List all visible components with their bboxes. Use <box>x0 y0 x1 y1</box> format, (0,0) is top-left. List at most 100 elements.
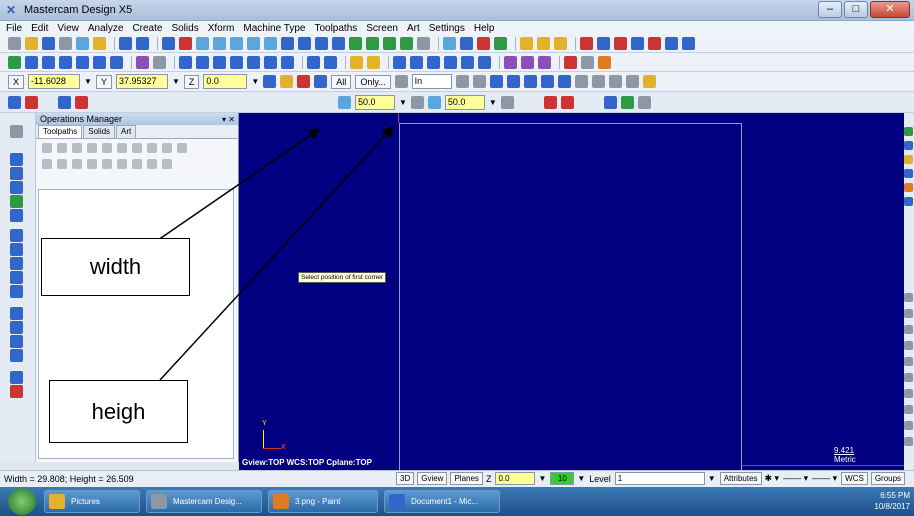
menu-analyze[interactable]: Analyze <box>88 23 124 34</box>
tab-solids[interactable]: Solids <box>83 125 116 138</box>
selection-mode-icon[interactable] <box>394 75 408 88</box>
ribbon-surface-icon[interactable] <box>75 95 88 109</box>
apply-icon[interactable] <box>603 95 617 109</box>
right-tool-icon[interactable] <box>904 155 913 164</box>
post-icon[interactable] <box>147 143 157 153</box>
post-icon[interactable] <box>648 37 661 50</box>
height-field[interactable]: 50.0 <box>444 94 485 110</box>
tab-art[interactable]: Art <box>116 125 137 138</box>
table-icon[interactable] <box>393 55 406 69</box>
delete-entity-icon[interactable] <box>477 37 490 50</box>
right-tool-icon[interactable] <box>904 357 913 366</box>
translate-icon[interactable] <box>179 55 192 69</box>
create-fillet-icon[interactable] <box>76 55 89 69</box>
menu-edit[interactable]: Edit <box>31 23 48 34</box>
pocket-icon[interactable] <box>10 181 23 194</box>
menu-machine-type[interactable]: Machine Type <box>243 23 305 34</box>
menu-settings[interactable]: Settings <box>429 23 465 34</box>
select-single-icon[interactable] <box>523 75 537 88</box>
backplot-icon[interactable] <box>614 37 627 50</box>
shade-solid-icon[interactable] <box>383 37 396 50</box>
start-button[interactable] <box>8 488 36 515</box>
autocursor-icon[interactable] <box>263 75 277 88</box>
line-width-icon[interactable]: —— ▾ <box>812 473 837 484</box>
face-icon[interactable] <box>478 55 491 69</box>
surface-icon[interactable] <box>307 55 320 69</box>
create-rectangle-icon[interactable] <box>59 55 72 69</box>
selection-method-field[interactable]: In <box>411 74 452 89</box>
drill-icon[interactable] <box>10 153 23 166</box>
menu-file[interactable]: File <box>6 23 22 34</box>
art-tools-icon[interactable] <box>598 55 611 69</box>
shade-translucent-icon[interactable] <box>400 37 413 50</box>
ribbon-point-icon[interactable] <box>58 95 71 109</box>
xform-roll-icon[interactable] <box>281 55 294 69</box>
width-field[interactable]: 50.0 <box>355 94 395 110</box>
select-polygon-icon[interactable] <box>506 75 520 88</box>
select-dirty-ops-icon[interactable] <box>57 143 67 153</box>
line-style-icon[interactable]: —— ▾ <box>783 473 808 484</box>
menu-art[interactable]: Art <box>407 23 420 34</box>
z-coord-field[interactable]: 0.0 <box>203 74 248 89</box>
machine-icon[interactable] <box>580 37 593 50</box>
right-tool-icon[interactable] <box>904 197 913 206</box>
select-window-icon[interactable] <box>489 75 503 88</box>
shade-wireframe-icon[interactable] <box>349 37 362 50</box>
right-tool-icon[interactable] <box>904 127 913 136</box>
dimension-icon[interactable] <box>350 55 363 69</box>
tool-manager-icon[interactable] <box>10 371 23 384</box>
right-tool-icon[interactable] <box>904 373 913 382</box>
scale-icon[interactable] <box>247 55 260 69</box>
lock-icon[interactable] <box>42 159 52 169</box>
stretch-icon[interactable] <box>264 55 277 69</box>
chevron-down-icon[interactable]: ▼ <box>577 474 585 483</box>
tab-toolpaths[interactable]: Toolpaths <box>38 125 83 138</box>
mirror-icon[interactable] <box>213 55 226 69</box>
gview-front-icon[interactable] <box>298 37 311 50</box>
help-icon[interactable] <box>314 75 328 88</box>
chevron-down-icon[interactable]: ▼ <box>489 98 497 107</box>
create-arc-icon[interactable] <box>42 55 55 69</box>
open-file-icon[interactable] <box>25 37 38 50</box>
close-button[interactable]: ✕ <box>870 1 910 18</box>
offset-icon[interactable] <box>230 55 243 69</box>
new-file-icon[interactable] <box>8 37 21 50</box>
wcs-button[interactable]: WCS <box>841 472 868 485</box>
save-icon[interactable] <box>42 37 55 50</box>
chevron-down-icon[interactable]: ▼ <box>251 77 259 86</box>
clear-selection-icon[interactable] <box>625 75 639 88</box>
right-tool-icon[interactable] <box>904 421 913 430</box>
wireframe-icon[interactable] <box>10 307 23 320</box>
trim-break-icon[interactable] <box>136 55 149 69</box>
menu-view[interactable]: View <box>57 23 79 34</box>
fit-screen-icon[interactable] <box>162 37 175 50</box>
toggle-display-icon[interactable] <box>57 159 67 169</box>
pocket-icon[interactable] <box>444 55 457 69</box>
zoom-target-icon[interactable] <box>247 37 260 50</box>
menu-create[interactable]: Create <box>132 23 162 34</box>
right-tool-icon[interactable] <box>904 293 913 302</box>
regenerate-all-icon[interactable] <box>72 143 82 153</box>
single-op-icon[interactable] <box>147 159 157 169</box>
simulate-icon[interactable] <box>132 143 142 153</box>
height-lock-icon[interactable] <box>500 95 514 109</box>
zoom-icon[interactable] <box>213 37 226 50</box>
y-coord-field[interactable]: 37.95327 <box>115 74 168 89</box>
surface-fillet-icon[interactable] <box>324 55 337 69</box>
help-icon[interactable] <box>637 95 651 109</box>
task-word[interactable]: Document1 - Mic... <box>384 490 500 513</box>
verify-icon[interactable] <box>631 37 644 50</box>
attributes-button[interactable]: Attributes <box>719 472 762 485</box>
move-down-icon[interactable] <box>87 159 97 169</box>
run-icon[interactable] <box>682 37 695 50</box>
groups-button[interactable]: Groups <box>870 472 906 485</box>
x-coord-field[interactable]: -11.6028 <box>28 74 81 89</box>
join-icon[interactable] <box>153 55 166 69</box>
select-result-icon[interactable] <box>608 75 622 88</box>
right-tool-icon[interactable] <box>904 141 913 150</box>
redo-icon[interactable] <box>136 37 149 50</box>
chevron-down-icon[interactable]: ▼ <box>399 98 407 107</box>
transform-icon[interactable] <box>10 257 23 270</box>
right-tool-icon[interactable] <box>904 325 913 334</box>
solid-revolve-icon[interactable] <box>521 55 534 69</box>
